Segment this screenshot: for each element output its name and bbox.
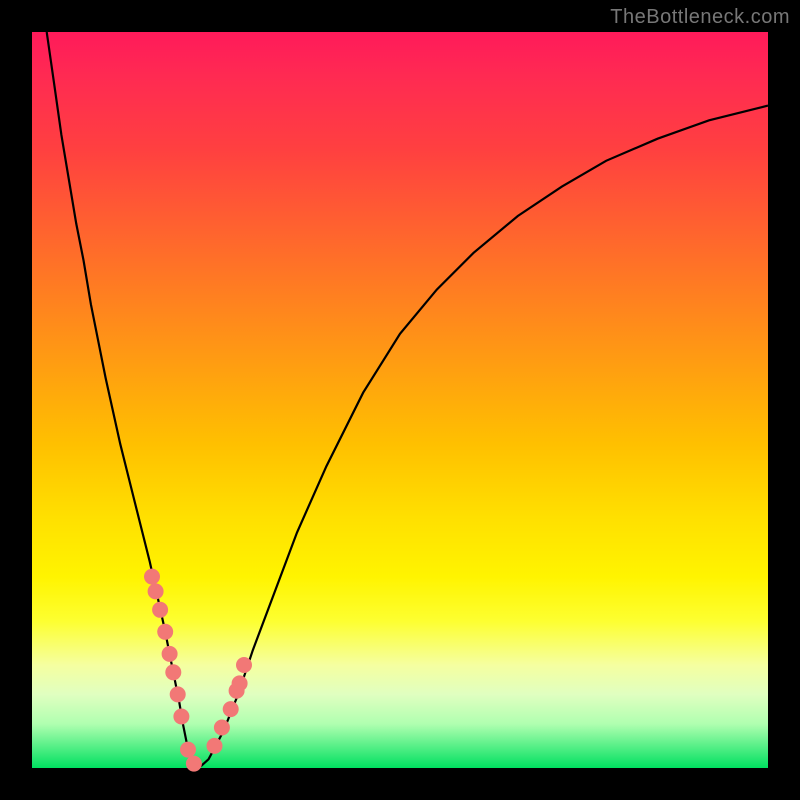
bottleneck-curve bbox=[47, 32, 768, 766]
marker-dot bbox=[223, 701, 239, 717]
marker-group bbox=[144, 569, 252, 772]
marker-dot bbox=[207, 738, 223, 754]
marker-dot bbox=[170, 686, 186, 702]
watermark-text: TheBottleneck.com bbox=[610, 6, 790, 29]
marker-dot bbox=[180, 742, 196, 758]
marker-dot bbox=[232, 675, 248, 691]
marker-dot bbox=[173, 709, 189, 725]
marker-dot bbox=[236, 657, 252, 673]
marker-dot bbox=[186, 756, 202, 772]
marker-dot bbox=[157, 624, 173, 640]
marker-dot bbox=[165, 664, 181, 680]
marker-dot bbox=[148, 583, 164, 599]
marker-dot bbox=[162, 646, 178, 662]
marker-dot bbox=[214, 720, 230, 736]
marker-dot bbox=[152, 602, 168, 618]
marker-dot bbox=[144, 569, 160, 585]
plot-svg bbox=[32, 32, 768, 768]
plot-frame bbox=[32, 32, 768, 768]
